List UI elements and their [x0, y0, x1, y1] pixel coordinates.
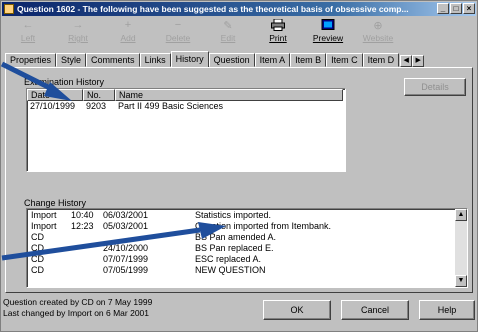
status-area: Question created by CD on 7 May 1999 Las… — [3, 297, 152, 319]
tab-history[interactable]: History — [170, 51, 209, 67]
cell-date: 27/10/1999 — [30, 101, 76, 111]
column-header-date[interactable]: Date — [27, 89, 83, 101]
table-row[interactable]: 27/10/1999 9203 Part II 499 Basic Scienc… — [27, 101, 345, 112]
list-item[interactable]: CD 07/07/1999 ESC replaced A. — [28, 254, 454, 265]
preview-icon — [320, 18, 336, 32]
delete-button[interactable]: − Delete — [153, 17, 203, 47]
printer-icon — [270, 18, 286, 32]
tab-comments[interactable]: Comments — [86, 53, 140, 67]
change-history-list[interactable]: Import 10:40 06/03/2001 Statistics impor… — [26, 208, 468, 288]
question-dialog: Question 1602 - The following have been … — [0, 0, 478, 332]
tab-item-a[interactable]: Item A — [254, 53, 291, 67]
edit-button[interactable]: ✎ Edit — [203, 17, 253, 47]
right-arrow-icon: → — [72, 19, 84, 31]
status-changed: Last changed by Import on 6 Mar 2001 — [3, 308, 150, 318]
website-button[interactable]: ⊕ Website — [353, 17, 403, 47]
right-button[interactable]: → Right — [53, 17, 103, 47]
cell-name: Part II 499 Basic Sciences — [118, 101, 224, 111]
status-created: Question created by CD on 7 May 1999 — [3, 297, 153, 307]
scroll-down-icon[interactable]: ▼ — [455, 275, 467, 287]
toolbar: ← Left → Right + Add − Delete ✎ Edit Pri… — [3, 17, 475, 47]
tab-item-d[interactable]: Item D — [362, 53, 400, 67]
history-panel: Examination History Date No. Name 27/10/… — [5, 67, 473, 293]
title-bar: Question 1602 - The following have been … — [2, 2, 476, 16]
app-icon — [4, 4, 14, 14]
tab-properties[interactable]: Properties — [5, 53, 57, 67]
tab-style[interactable]: Style — [56, 53, 87, 67]
tab-links[interactable]: Links — [139, 53, 171, 67]
add-icon: + — [124, 19, 132, 31]
maximize-button[interactable]: □ — [450, 3, 462, 14]
list-item[interactable]: CD 07/05/1999 NEW QUESTION — [28, 265, 454, 276]
window-title: Question 1602 - The following have been … — [17, 4, 409, 14]
examination-history-list[interactable]: Date No. Name 27/10/1999 9203 Part II 49… — [26, 88, 346, 172]
tab-item-b[interactable]: Item B — [290, 53, 327, 67]
column-header-name[interactable]: Name — [115, 89, 343, 101]
minimize-button[interactable]: _ — [437, 3, 449, 14]
list-item[interactable]: CD BS Pan amended A. — [28, 232, 454, 243]
scroll-up-icon[interactable]: ▲ — [455, 209, 467, 221]
website-icon: ⊕ — [373, 19, 383, 32]
list-item[interactable]: Import 10:40 06/03/2001 Statistics impor… — [28, 210, 454, 221]
examination-history-label: Examination History — [24, 77, 105, 87]
close-button[interactable]: × — [463, 3, 475, 14]
tab-question[interactable]: Question — [208, 53, 255, 67]
print-button[interactable]: Print — [253, 17, 303, 47]
tab-scroll-left-icon[interactable]: ◀ — [400, 55, 413, 67]
left-arrow-icon: ← — [22, 19, 34, 31]
help-button[interactable]: Help — [419, 300, 475, 320]
preview-button[interactable]: Preview — [303, 17, 353, 47]
cancel-button[interactable]: Cancel — [341, 300, 409, 320]
tab-item-c[interactable]: Item C — [326, 53, 363, 67]
list-item[interactable]: Import 12:23 05/03/2001 Question importe… — [28, 221, 454, 232]
cell-no: 9203 — [86, 101, 107, 111]
ok-button[interactable]: OK — [263, 300, 331, 320]
change-history-label: Change History — [24, 198, 87, 208]
delete-icon: − — [174, 19, 182, 31]
column-header-no[interactable]: No. — [83, 89, 115, 101]
change-history-scrollbar[interactable]: ▲ ▼ — [455, 209, 467, 287]
tab-strip: Properties Style Comments Links History … — [5, 51, 475, 67]
details-button[interactable]: Details — [404, 78, 466, 96]
tab-scroll-right-icon[interactable]: ▶ — [412, 55, 425, 67]
add-button[interactable]: + Add — [103, 17, 153, 47]
edit-icon: ✎ — [223, 19, 233, 32]
list-item[interactable]: CD 24/10/2000 BS Pan replaced E. — [28, 243, 454, 254]
left-button[interactable]: ← Left — [3, 17, 53, 47]
